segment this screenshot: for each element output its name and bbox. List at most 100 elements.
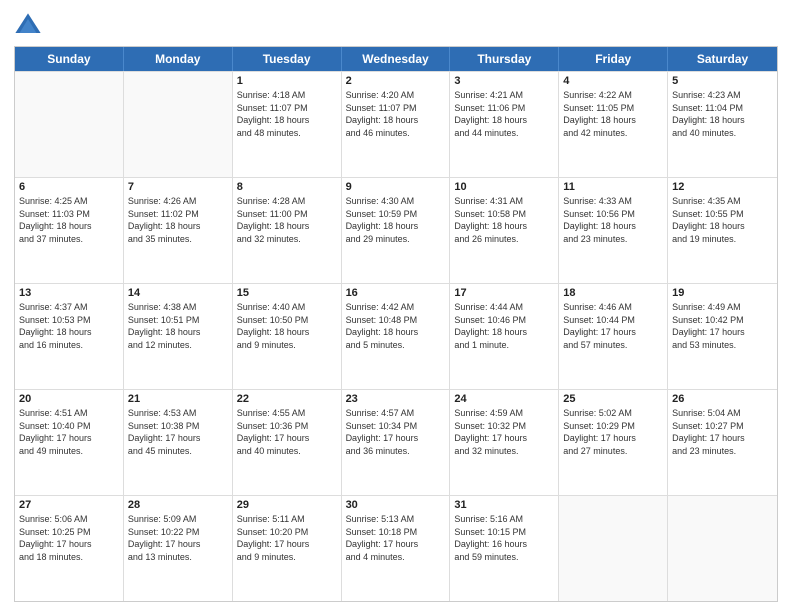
cal-cell: 23 Sunrise: 4:57 AM Sunset: 10:34 PM Dayl… (342, 390, 451, 495)
logo-icon (14, 12, 42, 40)
cal-cell: 28 Sunrise: 5:09 AM Sunset: 10:22 PM Dayl… (124, 496, 233, 601)
cal-cell: 19Sunrise: 4:49 AM Sunset: 10:42 PM Dayl… (668, 284, 777, 389)
day-number: 27 (19, 499, 119, 511)
day-info: Sunrise: 4:44 AM Sunset: 10:46 PM Daylig… (454, 301, 554, 351)
cal-header-cell-saturday: Saturday (668, 47, 777, 71)
day-info: Sunrise: 4:25 AM Sunset: 11:03 PM Daylig… (19, 195, 119, 245)
cal-cell (559, 496, 668, 601)
day-info: Sunrise: 5:09 AM Sunset: 10:22 PM Daylig… (128, 513, 228, 563)
day-info: Sunrise: 4:46 AM Sunset: 10:44 PM Daylig… (563, 301, 663, 351)
cal-row-4: 27 Sunrise: 5:06 AM Sunset: 10:25 PM Dayl… (15, 495, 777, 601)
day-number: 10 (454, 181, 554, 193)
day-number: 12 (672, 181, 773, 193)
day-number: 4 (563, 75, 663, 87)
page: SundayMondayTuesdayWednesdayThursdayFrid… (0, 0, 792, 612)
cal-cell: 14Sunrise: 4:38 AM Sunset: 10:51 PM Dayl… (124, 284, 233, 389)
day-info: Sunrise: 4:37 AM Sunset: 10:53 PM Daylig… (19, 301, 119, 351)
day-number: 26 (672, 393, 773, 405)
cal-row-1: 6 Sunrise: 4:25 AM Sunset: 11:03 PM Dayli… (15, 177, 777, 283)
cal-row-0: 1Sunrise: 4:18 AM Sunset: 11:07 PM Dayli… (15, 71, 777, 177)
cal-cell: 1Sunrise: 4:18 AM Sunset: 11:07 PM Dayli… (233, 72, 342, 177)
day-number: 29 (237, 499, 337, 511)
cal-header-cell-thursday: Thursday (450, 47, 559, 71)
day-info: Sunrise: 4:51 AM Sunset: 10:40 PM Daylig… (19, 407, 119, 457)
cal-cell: 30 Sunrise: 5:13 AM Sunset: 10:18 PM Dayl… (342, 496, 451, 601)
day-number: 9 (346, 181, 446, 193)
day-info: Sunrise: 5:02 AM Sunset: 10:29 PM Daylig… (563, 407, 663, 457)
cal-cell: 2Sunrise: 4:20 AM Sunset: 11:07 PM Dayli… (342, 72, 451, 177)
day-number: 23 (346, 393, 446, 405)
day-number: 1 (237, 75, 337, 87)
cal-cell: 3Sunrise: 4:21 AM Sunset: 11:06 PM Dayli… (450, 72, 559, 177)
day-number: 25 (563, 393, 663, 405)
logo (14, 14, 45, 40)
cal-cell: 11 Sunrise: 4:33 AM Sunset: 10:56 PM Dayl… (559, 178, 668, 283)
cal-cell: 4Sunrise: 4:22 AM Sunset: 11:05 PM Dayli… (559, 72, 668, 177)
cal-row-3: 20 Sunrise: 4:51 AM Sunset: 10:40 PM Dayl… (15, 389, 777, 495)
day-info: Sunrise: 4:23 AM Sunset: 11:04 PM Daylig… (672, 89, 773, 139)
day-number: 6 (19, 181, 119, 193)
cal-cell (668, 496, 777, 601)
day-info: Sunrise: 4:59 AM Sunset: 10:32 PM Daylig… (454, 407, 554, 457)
day-number: 8 (237, 181, 337, 193)
day-number: 28 (128, 499, 228, 511)
cal-cell: 10 Sunrise: 4:31 AM Sunset: 10:58 PM Dayl… (450, 178, 559, 283)
cal-cell: 6 Sunrise: 4:25 AM Sunset: 11:03 PM Dayli… (15, 178, 124, 283)
day-number: 17 (454, 287, 554, 299)
day-number: 22 (237, 393, 337, 405)
header (14, 10, 778, 40)
cal-cell: 13 Sunrise: 4:37 AM Sunset: 10:53 PM Dayl… (15, 284, 124, 389)
day-info: Sunrise: 4:40 AM Sunset: 10:50 PM Daylig… (237, 301, 337, 351)
day-number: 16 (346, 287, 446, 299)
cal-header-cell-sunday: Sunday (15, 47, 124, 71)
cal-header-cell-friday: Friday (559, 47, 668, 71)
day-info: Sunrise: 4:28 AM Sunset: 11:00 PM Daylig… (237, 195, 337, 245)
calendar-header: SundayMondayTuesdayWednesdayThursdayFrid… (15, 47, 777, 71)
day-info: Sunrise: 4:30 AM Sunset: 10:59 PM Daylig… (346, 195, 446, 245)
cal-cell: 15 Sunrise: 4:40 AM Sunset: 10:50 PM Dayl… (233, 284, 342, 389)
day-info: Sunrise: 5:04 AM Sunset: 10:27 PM Daylig… (672, 407, 773, 457)
day-number: 30 (346, 499, 446, 511)
cal-cell: 31 Sunrise: 5:16 AM Sunset: 10:15 PM Dayl… (450, 496, 559, 601)
day-info: Sunrise: 5:06 AM Sunset: 10:25 PM Daylig… (19, 513, 119, 563)
day-info: Sunrise: 5:16 AM Sunset: 10:15 PM Daylig… (454, 513, 554, 563)
day-number: 18 (563, 287, 663, 299)
cal-cell: 17 Sunrise: 4:44 AM Sunset: 10:46 PM Dayl… (450, 284, 559, 389)
day-info: Sunrise: 4:49 AM Sunset: 10:42 PM Daylig… (672, 301, 773, 351)
day-number: 7 (128, 181, 228, 193)
day-number: 20 (19, 393, 119, 405)
day-info: Sunrise: 5:13 AM Sunset: 10:18 PM Daylig… (346, 513, 446, 563)
cal-cell: 16Sunrise: 4:42 AM Sunset: 10:48 PM Dayl… (342, 284, 451, 389)
day-number: 15 (237, 287, 337, 299)
day-number: 24 (454, 393, 554, 405)
cal-cell: 7Sunrise: 4:26 AM Sunset: 11:02 PM Dayli… (124, 178, 233, 283)
day-info: Sunrise: 4:57 AM Sunset: 10:34 PM Daylig… (346, 407, 446, 457)
day-info: Sunrise: 4:20 AM Sunset: 11:07 PM Daylig… (346, 89, 446, 139)
cal-cell: 18 Sunrise: 4:46 AM Sunset: 10:44 PM Dayl… (559, 284, 668, 389)
day-number: 13 (19, 287, 119, 299)
day-info: Sunrise: 5:11 AM Sunset: 10:20 PM Daylig… (237, 513, 337, 563)
day-info: Sunrise: 4:55 AM Sunset: 10:36 PM Daylig… (237, 407, 337, 457)
day-number: 11 (563, 181, 663, 193)
day-number: 3 (454, 75, 554, 87)
cal-cell: 22 Sunrise: 4:55 AM Sunset: 10:36 PM Dayl… (233, 390, 342, 495)
day-info: Sunrise: 4:31 AM Sunset: 10:58 PM Daylig… (454, 195, 554, 245)
day-info: Sunrise: 4:33 AM Sunset: 10:56 PM Daylig… (563, 195, 663, 245)
cal-cell: 9 Sunrise: 4:30 AM Sunset: 10:59 PM Dayli… (342, 178, 451, 283)
cal-cell: 5Sunrise: 4:23 AM Sunset: 11:04 PM Dayli… (668, 72, 777, 177)
day-number: 31 (454, 499, 554, 511)
cal-cell: 27 Sunrise: 5:06 AM Sunset: 10:25 PM Dayl… (15, 496, 124, 601)
cal-cell: 25 Sunrise: 5:02 AM Sunset: 10:29 PM Dayl… (559, 390, 668, 495)
cal-cell: 29 Sunrise: 5:11 AM Sunset: 10:20 PM Dayl… (233, 496, 342, 601)
cal-cell (15, 72, 124, 177)
cal-header-cell-tuesday: Tuesday (233, 47, 342, 71)
calendar-body: 1Sunrise: 4:18 AM Sunset: 11:07 PM Dayli… (15, 71, 777, 601)
day-info: Sunrise: 4:38 AM Sunset: 10:51 PM Daylig… (128, 301, 228, 351)
cal-cell: 8 Sunrise: 4:28 AM Sunset: 11:00 PM Dayli… (233, 178, 342, 283)
cal-header-cell-wednesday: Wednesday (342, 47, 451, 71)
day-info: Sunrise: 4:35 AM Sunset: 10:55 PM Daylig… (672, 195, 773, 245)
cal-header-cell-monday: Monday (124, 47, 233, 71)
cal-cell (124, 72, 233, 177)
cal-cell: 20 Sunrise: 4:51 AM Sunset: 10:40 PM Dayl… (15, 390, 124, 495)
cal-cell: 24 Sunrise: 4:59 AM Sunset: 10:32 PM Dayl… (450, 390, 559, 495)
